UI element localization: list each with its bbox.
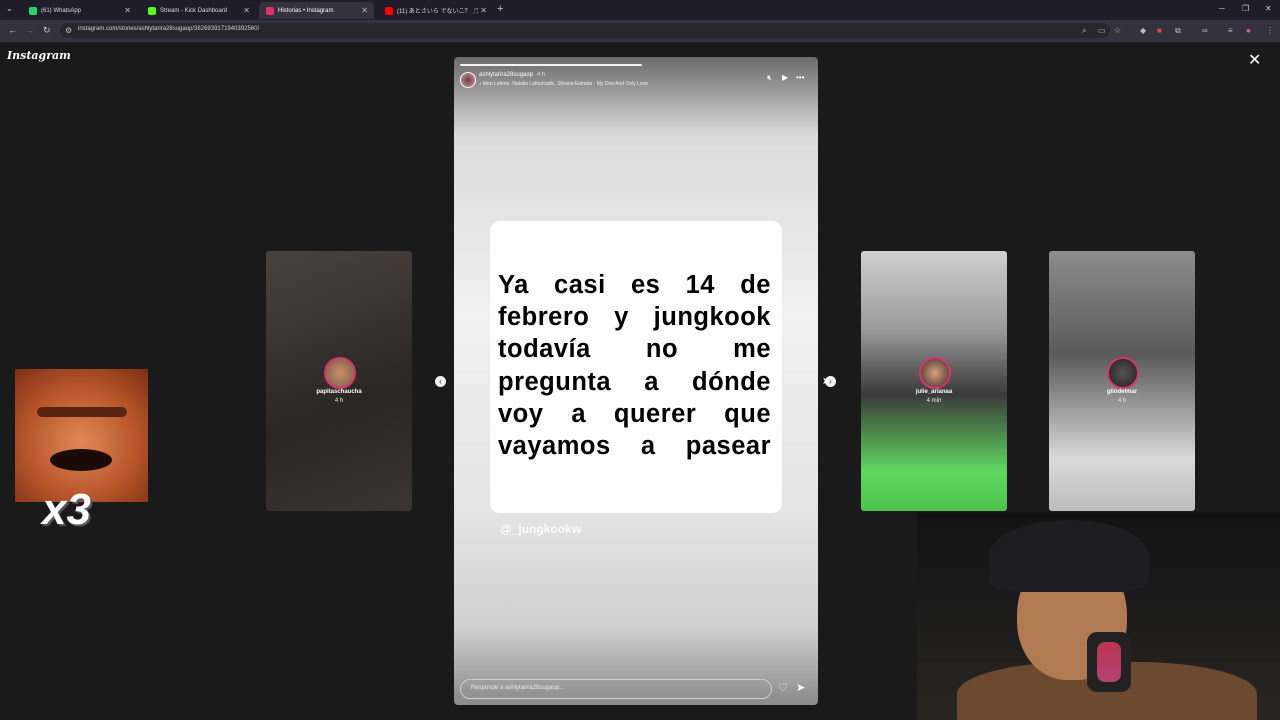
mute-icon[interactable]: 🔇︎ [767,73,772,83]
instagram-icon [266,6,274,15]
story-progress-bar [460,64,642,66]
side-story-julie-arianaa[interactable]: julie_arianaa 4 min [861,251,1007,511]
side-story-time: 4 h [1117,398,1127,404]
emote-multiplier-text: x3 [42,485,91,534]
address-bar[interactable]: ⚙ instagram.com/stories/ashlytarira28sug… [60,23,1121,38]
tab-whatsapp[interactable]: (61) WhatsApp ✕ [22,2,137,19]
site-info-icon[interactable]: ⚙ [65,26,72,35]
instagram-logo[interactable]: Instagram [7,49,71,62]
browser-tab-bar: ⌄ (61) WhatsApp ✕ Stream - Kick Dashboar… [0,0,1280,20]
browser-menu-icon[interactable]: ⋮ [1266,26,1274,35]
tab-label: (61) WhatsApp [41,7,82,14]
card-line: pregunta a dónde [498,367,771,396]
bookmark-star-icon[interactable]: ☆ [1114,26,1121,35]
instagram-stories-page: Instagram ✕ x3 papitaschaucha 4 h ‹ ashl… [0,42,1280,720]
browser-toolbar: ← → ↻ ⚙ instagram.com/stories/ashlytarir… [0,20,1280,42]
story-mention[interactable]: @_jungkookw [500,522,581,536]
new-tab-button[interactable]: + [497,3,503,15]
tab-list-icon[interactable]: ⌄ [6,4,13,13]
side-story-giiodelmar[interactable]: giiodelmar 4 h [1049,251,1195,511]
tab-label: (11) あとさいら でないこ？ 🎵 [397,9,480,15]
youtube-icon [385,6,393,15]
side-story-username: giiodelmar [1106,389,1138,395]
card-line: febrero y jungkook [498,303,771,332]
emote-mouth [50,449,112,471]
main-story[interactable]: ashlytarira28sugaop 4 h ♪ Mon Laferte, Na… [454,57,818,705]
side-story-time: 4 min [926,398,942,404]
tab-youtube[interactable]: (11) あとさいら でないこ？ 🎵 ✕ [378,2,493,19]
emote-image [15,369,148,502]
side-story-papitaschaucha[interactable]: papitaschaucha 4 h [266,251,412,511]
cast-icon[interactable]: ▭ [1098,26,1106,35]
avatar [1107,357,1139,389]
minimize-icon[interactable]: ─ [1219,4,1225,13]
story-text-card: Ya casi es 14 de febrero y jungkook toda… [490,221,782,513]
zoom-icon[interactable]: ⌕ [1082,26,1086,36]
close-tab-icon[interactable]: ✕ [361,6,368,15]
story-time: 4 h [537,72,546,78]
play-icon[interactable]: ▶ [782,73,788,82]
reload-icon[interactable]: ↻ [43,25,51,36]
like-heart-icon[interactable]: ♡ [778,681,788,694]
microphone-light [1097,642,1121,682]
side-story-username: papitaschaucha [316,389,362,395]
whatsapp-icon [29,6,37,15]
avatar[interactable] [460,72,476,88]
back-icon[interactable]: ← [8,25,17,35]
tab-kick[interactable]: Stream - Kick Dashboard ✕ [141,2,256,19]
side-story-username: julie_arianaa [915,389,953,395]
window-close-icon[interactable]: ✕ [1265,4,1272,13]
tab-label: Historias • Instagram [278,7,334,14]
extensions-puzzle-icon[interactable]: ⧉ [1175,26,1181,36]
tab-instagram[interactable]: Historias • Instagram ✕ [259,2,374,19]
profile-avatar-icon[interactable]: ● [1246,26,1251,35]
link-icon[interactable]: ∞ [1202,26,1208,35]
url-text: instagram.com/stories/ashlytarira28sugao… [78,26,260,32]
avatar [324,357,356,389]
close-tab-icon[interactable]: ✕ [480,6,487,15]
card-line: todavía no me [498,335,771,364]
media-icon[interactable]: ≡ [1228,26,1233,35]
music-text: Mon Laferte, Natalia Lafourcade, Silvana… [482,81,648,87]
streamer-cap [989,520,1149,592]
username-text: ashlytarira28sugaop [479,72,534,78]
avatar [919,357,951,389]
share-send-icon[interactable]: ➤ [796,681,805,694]
restore-icon[interactable]: ❐ [1242,4,1249,13]
story-username[interactable]: ashlytarira28sugaop 4 h [479,72,545,78]
close-tab-icon[interactable]: ✕ [124,6,131,15]
extension-shield-icon[interactable]: ◆ [1140,26,1146,35]
previous-story-button[interactable]: ‹ [435,376,446,387]
forward-icon[interactable]: → [25,25,34,35]
reply-input[interactable]: Responde a ashlytarira28sugaop... [460,679,772,699]
card-line: Ya casi es 14 de [498,271,771,299]
close-stories-icon[interactable]: ✕ [1248,50,1261,70]
card-line: vayamos a pasear [498,432,771,461]
kick-icon [148,6,156,15]
webcam-overlay [917,512,1280,720]
card-line: voy a querer que [498,399,771,428]
extension-record-icon[interactable]: ■ [1157,26,1162,35]
story-card-text: Ya casi es 14 de febrero y jungkook toda… [498,269,771,462]
story-music[interactable]: ♪ Mon Laferte, Natalia Lafourcade, Silva… [479,81,648,87]
mouse-cursor-icon: ➤ [822,376,831,387]
tab-label: Stream - Kick Dashboard [160,7,228,14]
emote-brow [37,407,127,417]
close-tab-icon[interactable]: ✕ [243,6,250,15]
more-options-icon[interactable]: ••• [796,73,804,82]
side-story-time: 4 h [334,398,344,404]
reply-placeholder: Responde a ashlytarira28sugaop... [471,685,565,691]
